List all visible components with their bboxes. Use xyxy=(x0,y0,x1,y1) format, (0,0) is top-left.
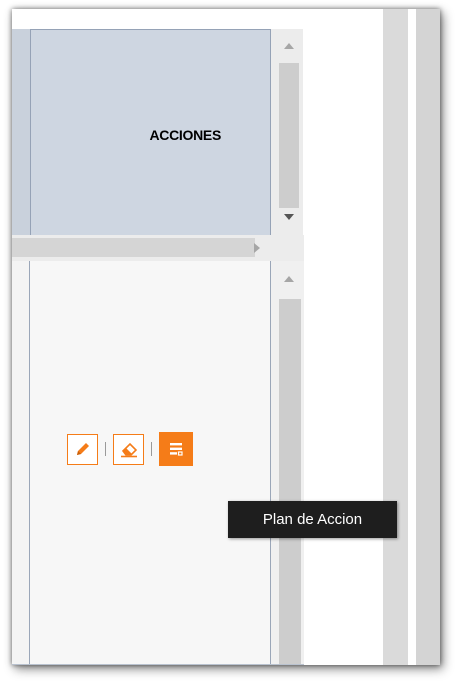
scroll-right-arrow-icon[interactable] xyxy=(254,243,260,253)
header-vertical-scrollbar[interactable] xyxy=(271,29,303,241)
separator xyxy=(105,442,106,456)
scrollbar-thumb[interactable] xyxy=(279,299,301,665)
window-frame: ACCIONES Plan de Accion xyxy=(12,9,440,665)
action-plan-icon xyxy=(170,443,183,456)
action-plan-button[interactable] xyxy=(159,432,193,466)
scroll-up-arrow-icon[interactable] xyxy=(284,276,294,282)
body-vertical-scrollbar[interactable] xyxy=(271,261,304,665)
row-left-cell xyxy=(12,261,30,665)
tooltip: Plan de Accion xyxy=(228,501,397,538)
scrollbar-thumb[interactable] xyxy=(279,63,299,208)
delete-button[interactable] xyxy=(113,433,144,465)
splitter-bar[interactable] xyxy=(383,9,408,665)
horizontal-scrollbar[interactable] xyxy=(12,235,304,261)
horizontal-scrollbar-thumb[interactable] xyxy=(12,238,255,257)
scroll-up-arrow-icon[interactable] xyxy=(284,43,294,49)
column-header-acciones[interactable]: ACCIONES xyxy=(30,29,271,241)
eraser-icon xyxy=(120,442,137,458)
pencil-icon xyxy=(76,443,89,455)
header-left-cell xyxy=(12,29,31,241)
window-edge xyxy=(416,9,440,665)
tooltip-text: Plan de Accion xyxy=(262,511,363,528)
edit-button[interactable] xyxy=(67,433,98,465)
separator xyxy=(151,442,152,456)
row-actions xyxy=(67,432,193,466)
scroll-down-arrow-icon[interactable] xyxy=(284,214,294,220)
column-header-label: ACCIONES xyxy=(149,127,222,143)
row-divider xyxy=(12,664,304,665)
